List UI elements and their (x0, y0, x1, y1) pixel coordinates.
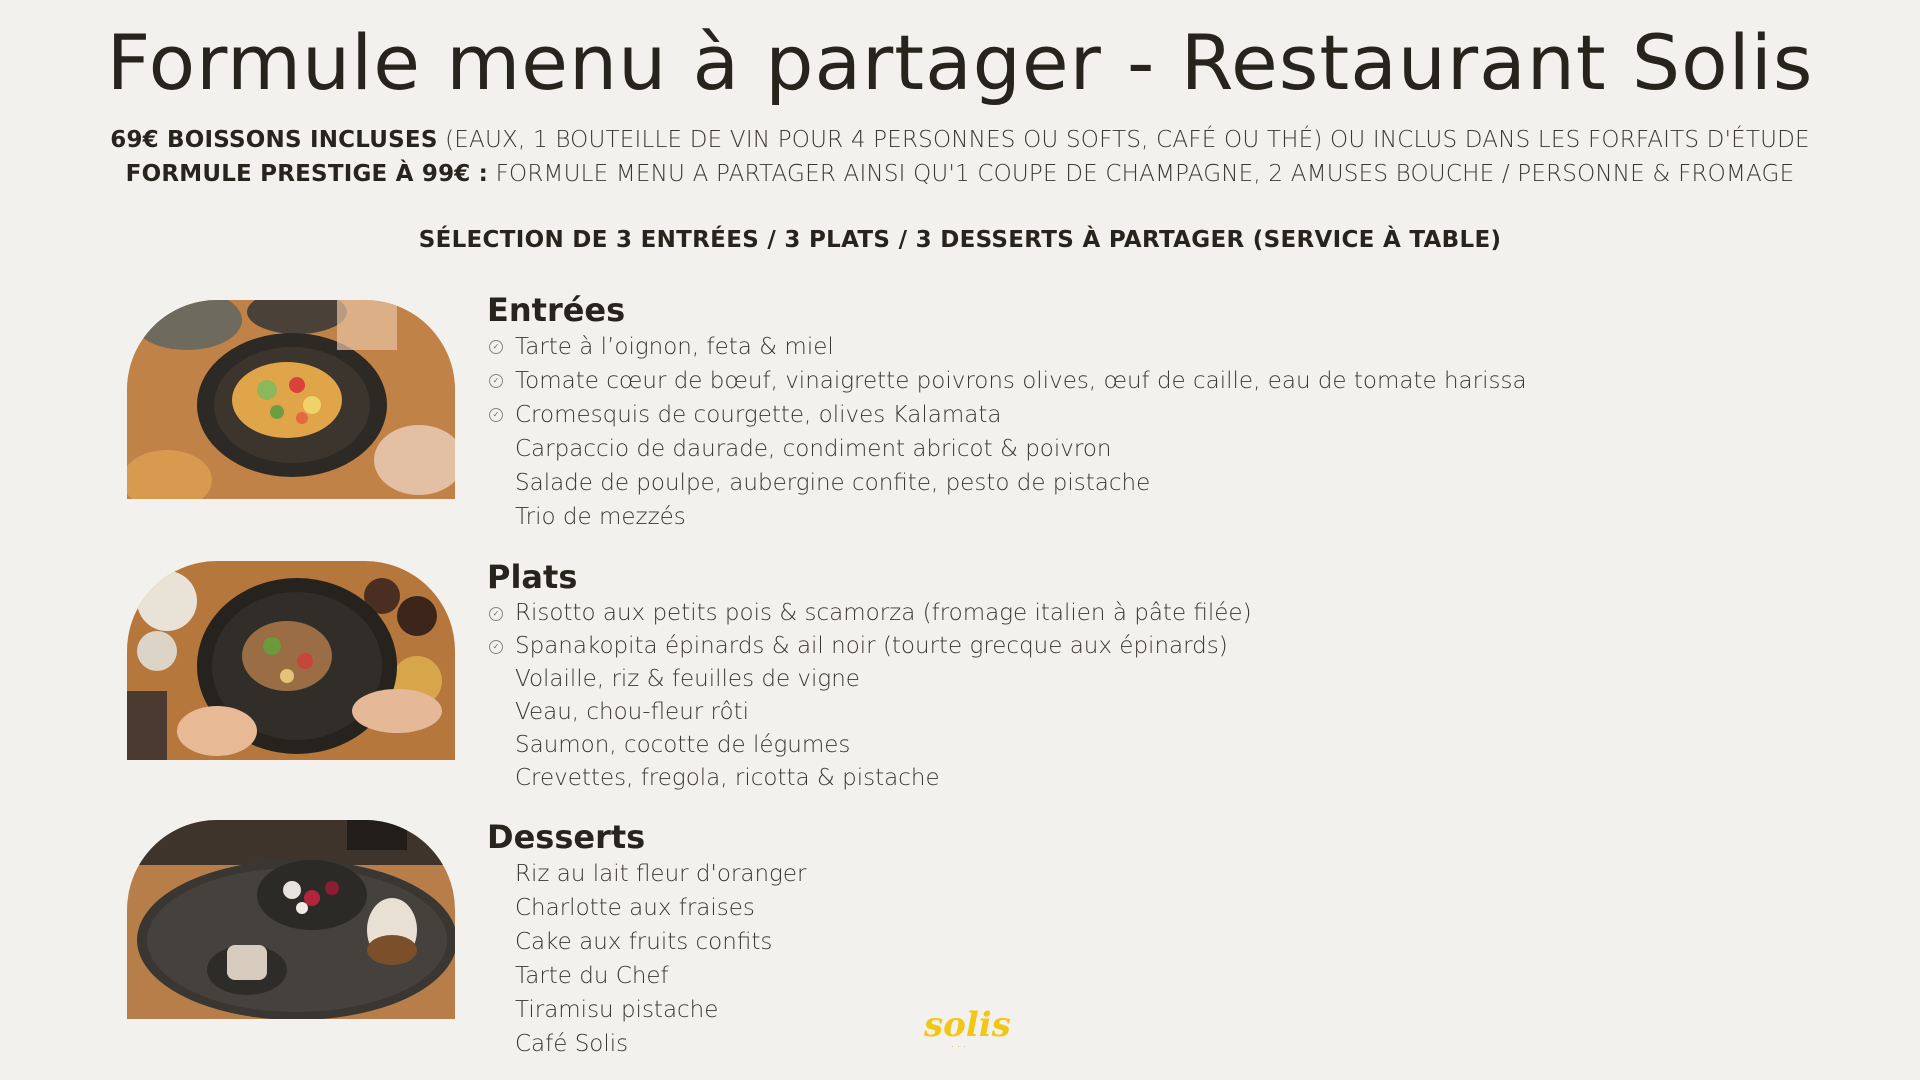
vegetarian-leaf-icon: ✓ (489, 606, 503, 621)
list-item-label: Crevettes, fregola, ricotta & pistache (515, 765, 940, 791)
list-item: ✓ Risotto aux petits pois & scamorza (fro… (487, 597, 1687, 630)
list-item-label: Riz au lait fleur d'oranger (515, 861, 807, 887)
plats-heading: Plats (487, 558, 578, 596)
entrees-heading: Entrées (487, 291, 626, 329)
list-item-label: Spanakopita épinards & ail noir (tourte … (515, 633, 1228, 659)
vegetarian-leaf-icon: ✓ (489, 639, 503, 654)
list-item-label: Tiramisu pistache (515, 997, 719, 1023)
vegetarian-leaf-icon: ✓ (489, 374, 503, 388)
list-item-label: Veau, chou-fleur rôti (515, 699, 749, 725)
list-item: Volaille, riz & feuilles de vigne (487, 663, 1687, 696)
list-item-label: Trio de mezzés (515, 504, 686, 530)
desserts-list: Riz au lait fleur d'oranger Charlotte au… (487, 857, 1687, 1061)
list-item: Riz au lait fleur d'oranger (487, 857, 1687, 891)
list-item: ✓ Tomate cœur de bœuf, vinaigrette poivro… (487, 364, 1687, 398)
list-item-label: Café Solis (515, 1031, 629, 1057)
list-item-label: Tarte à l’oignon, feta & miel (515, 334, 834, 360)
list-item-label: Tomate cœur de bœuf, vinaigrette poivron… (515, 368, 1527, 394)
list-item: Tarte du Chef (487, 959, 1687, 993)
list-item-label: Cromesquis de courgette, olives Kalamata (515, 402, 1002, 428)
plats-photo (127, 561, 455, 760)
page-title: Formule menu à partager - Restaurant Sol… (106, 18, 1814, 107)
logo-wordmark: solis (924, 1005, 1011, 1045)
list-item-label: Saumon, cocotte de légumes (515, 732, 851, 758)
entrees-section: Entrées ✓ Tarte à l’oignon, feta & miel ✓… (487, 290, 1687, 534)
list-item: Salade de poulpe, aubergine confite, pes… (487, 466, 1687, 500)
subtitle-prestige-details: FORMULE MENU A PARTAGER AINSI QU'1 COUPE… (488, 161, 1795, 187)
logo-tagline: · · · (951, 1044, 967, 1051)
list-item: Crevettes, fregola, ricotta & pistache (487, 762, 1687, 795)
solis-logo: solis · · · (924, 1005, 1011, 1066)
list-item-label: Volaille, riz & feuilles de vigne (515, 666, 860, 692)
list-item: Charlotte aux fraises (487, 891, 1687, 925)
subtitle-price-bold: 69€ BOISSONS INCLUSES (110, 127, 438, 153)
list-item-label: Charlotte aux fraises (515, 895, 755, 921)
vegetarian-leaf-icon: ✓ (489, 340, 503, 354)
list-item: Carpaccio de daurade, condiment abricot … (487, 432, 1687, 466)
plats-list: ✓ Risotto aux petits pois & scamorza (fro… (487, 597, 1687, 795)
list-item: Veau, chou-fleur rôti (487, 696, 1687, 729)
list-item-label: Cake aux fruits confits (515, 929, 773, 955)
subtitle-prestige: FORMULE PRESTIGE À 99€ : FORMULE MENU A … (0, 161, 1920, 187)
list-item-label: Carpaccio de daurade, condiment abricot … (515, 436, 1112, 462)
vegetarian-leaf-icon: ✓ (489, 408, 503, 422)
list-item: ✓ Spanakopita épinards & ail noir (tourte… (487, 630, 1687, 663)
list-item: ✓ Cromesquis de courgette, olives Kalamat… (487, 398, 1687, 432)
list-item: Café Solis (487, 1027, 1687, 1061)
list-item-label: Risotto aux petits pois & scamorza (from… (515, 600, 1252, 626)
list-item: Tiramisu pistache (487, 993, 1687, 1027)
desserts-section: Desserts Riz au lait fleur d'oranger Cha… (487, 817, 1687, 1061)
entrees-list: ✓ Tarte à l’oignon, feta & miel ✓ Tomate c… (487, 330, 1687, 534)
entrees-photo (127, 300, 455, 499)
subtitle-prestige-bold: FORMULE PRESTIGE À 99€ : (125, 161, 489, 187)
list-item: ✓ Tarte à l’oignon, feta & miel (487, 330, 1687, 364)
desserts-photo (127, 820, 455, 1019)
selection-note: SÉLECTION DE 3 ENTRÉES / 3 PLATS / 3 DES… (418, 227, 1502, 253)
list-item-label: Salade de poulpe, aubergine confite, pes… (515, 470, 1151, 496)
desserts-heading: Desserts (487, 818, 646, 856)
list-item-label: Tarte du Chef (515, 963, 669, 989)
plats-section: Plats ✓ Risotto aux petits pois & scamorz… (487, 557, 1687, 795)
list-item: Saumon, cocotte de légumes (487, 729, 1687, 762)
subtitle-price-included: 69€ BOISSONS INCLUSES (EAUX, 1 BOUTEILLE… (0, 127, 1920, 153)
list-item: Trio de mezzés (487, 500, 1687, 534)
subtitle-price-details: (EAUX, 1 BOUTEILLE DE VIN POUR 4 PERSONN… (437, 127, 1810, 153)
list-item: Cake aux fruits confits (487, 925, 1687, 959)
